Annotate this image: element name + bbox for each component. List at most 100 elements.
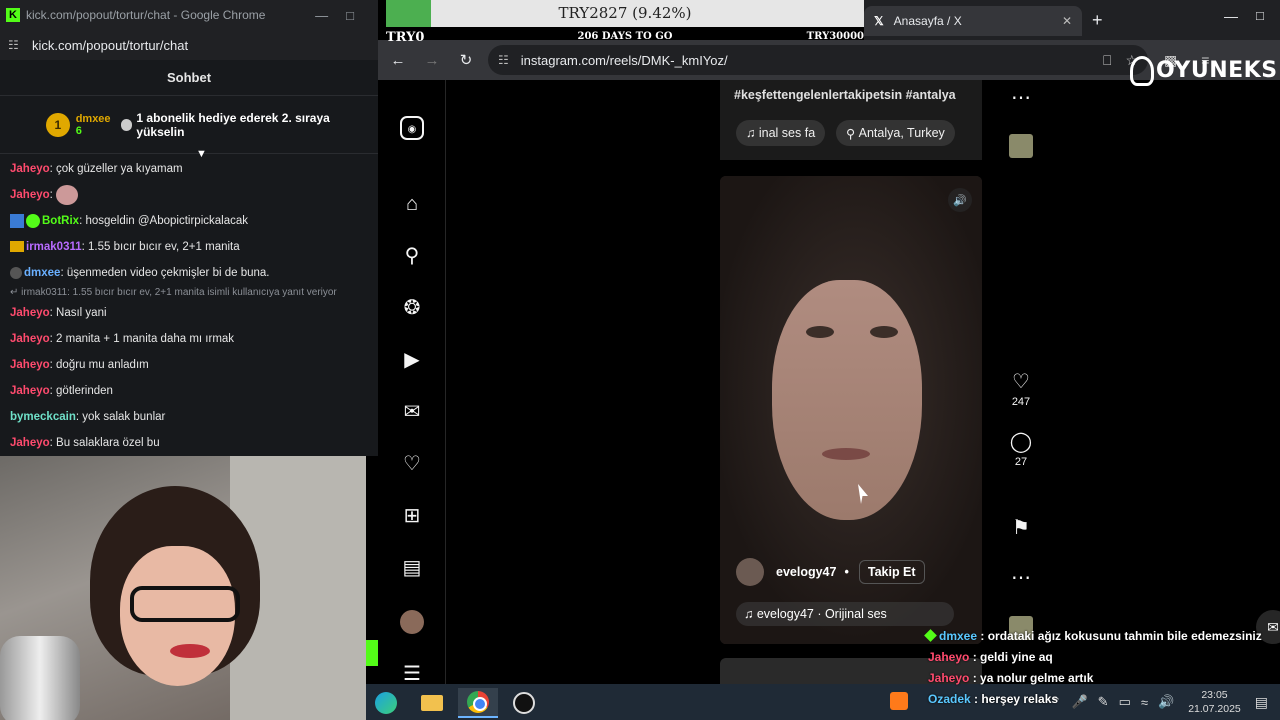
taskbar-explorer[interactable] xyxy=(412,688,452,718)
prev-audio-thumbnail[interactable] xyxy=(1009,134,1033,158)
overlay-chat-line: Jaheyo : ya nolur gelme artık xyxy=(920,668,1280,689)
location-pill[interactable]: ⚲ Antalya, Turkey xyxy=(836,120,955,146)
chat-username[interactable]: Jaheyo xyxy=(10,385,50,397)
oyuneks-brand: OYUNEKS xyxy=(1130,56,1278,86)
reel-audio-label: evelogy47 · Orijinal ses xyxy=(756,607,887,621)
crown-badge-icon xyxy=(10,241,24,253)
reel-audio-pill[interactable]: ♫ evelogy47 · Orijinal ses xyxy=(736,602,954,626)
overlay-username: Jaheyo xyxy=(928,671,970,685)
overlay-text: : herşey relaks xyxy=(970,692,1059,706)
donation-goal-bar: TRY2827 (9.42%) xyxy=(386,0,864,27)
chat-username[interactable]: Jaheyo xyxy=(10,359,50,371)
oyuneks-text: OYUNEKS xyxy=(1156,58,1278,83)
chat-text: yok salak bunlar xyxy=(82,411,166,423)
instagram-sidebar: ◉ ⌂ ⚲ ❂ ▶ ✉ ♡ ⊞ ▤ ☰ xyxy=(378,80,446,690)
dashboard-icon[interactable]: ▤ xyxy=(400,556,424,580)
chat-username[interactable]: BotRix xyxy=(42,215,79,227)
scroll-down-icon[interactable]: ▼ xyxy=(196,148,207,160)
profile-avatar[interactable] xyxy=(400,610,424,634)
chat-username[interactable]: Jaheyo xyxy=(10,189,50,201)
separator-dot: • xyxy=(844,565,849,579)
reel-face xyxy=(772,280,922,520)
address-bar[interactable]: ☷ instagram.com/reels/DMK-_kmIYoz/ ⎕ ☆ xyxy=(488,45,1148,75)
maximize-icon[interactable]: □ xyxy=(1256,8,1264,23)
audio-label: inal ses fa xyxy=(758,126,816,140)
home-icon[interactable]: ⌂ xyxy=(400,192,424,216)
tab-close-icon[interactable]: ✕ xyxy=(1062,14,1072,28)
site-settings-icon[interactable]: ☷ xyxy=(8,38,22,52)
create-icon[interactable]: ⊞ xyxy=(400,504,424,528)
notifications-heart-icon[interactable]: ♡ xyxy=(400,452,424,476)
kick-side-tab xyxy=(366,640,378,666)
chat-username[interactable]: dmxee xyxy=(24,267,60,279)
chat-message: Jaheyo: çok güzeller ya kıyamam xyxy=(10,163,183,175)
pinned-username: dmxee xyxy=(75,112,111,125)
main-browser-window: 𝕏 Anasayfa / X ✕ + — □ ← → ↻ ☷ instagram… xyxy=(378,0,1280,690)
mod-badge-icon xyxy=(924,629,937,642)
reel-username[interactable]: evelogy47 xyxy=(776,565,836,579)
webcam-lips xyxy=(170,644,210,658)
reel-actions: ⋯ ♡ 247 ◯ 27 ⚑ ⋯ xyxy=(998,80,1044,690)
previous-reel[interactable]: #keşfettengelenlertakipetsin #antalya ♫ … xyxy=(720,80,982,160)
chat-username[interactable]: Jaheyo xyxy=(10,307,50,319)
forward-icon[interactable]: → xyxy=(418,52,446,69)
follow-button[interactable]: Takip Et xyxy=(858,560,925,584)
webcam-microphone xyxy=(0,636,80,720)
comment-button[interactable]: ◯ 27 xyxy=(998,430,1044,468)
more-options-icon[interactable]: ⋯ xyxy=(998,566,1044,590)
taskbar-chrome[interactable] xyxy=(458,688,498,718)
reels-icon[interactable]: ▶ xyxy=(400,348,424,372)
chat-window: K kick.com/popout/tortur/chat - Google C… xyxy=(0,0,378,456)
rank-badge: 1 xyxy=(46,112,70,137)
save-button[interactable]: ⚑ xyxy=(998,516,1044,540)
chat-username[interactable]: irmak0311 xyxy=(26,241,82,253)
overlay-chat-line: Jaheyo : geldi yine aq xyxy=(920,647,1280,668)
chat-text: 1.55 bıcır bıcır ev, 2+1 manita xyxy=(88,241,240,253)
like-button[interactable]: ♡ 247 xyxy=(998,370,1044,408)
tab-title: Anasayfa / X xyxy=(893,14,962,28)
overlay-username: Ozadek xyxy=(928,692,971,706)
chat-username[interactable]: bymeckcain xyxy=(10,411,76,423)
install-app-icon[interactable]: ⎕ xyxy=(1103,52,1111,69)
messenger-icon[interactable]: ✉ xyxy=(400,400,424,424)
weather-icon[interactable] xyxy=(890,692,908,710)
chat-username[interactable]: Jaheyo xyxy=(10,437,50,449)
tab-x[interactable]: 𝕏 Anasayfa / X ✕ xyxy=(864,6,1082,36)
donation-goal-text: TRY2827 (9.42%) xyxy=(558,4,692,22)
instagram-logo-icon[interactable]: ◉ xyxy=(400,116,424,140)
pinned-count: 6 xyxy=(75,124,82,137)
maximize-icon[interactable]: □ xyxy=(346,8,354,23)
back-icon[interactable]: ← xyxy=(384,52,412,69)
location-label: Antalya, Turkey xyxy=(858,126,945,140)
current-reel-video[interactable]: 🔊 evelogy47 • Takip Et ♫ evelogy47 · Ori… xyxy=(720,176,982,644)
more-menu-icon[interactable]: ☰ xyxy=(400,662,424,686)
reel-hashtags[interactable]: #keşfettengelenlertakipetsin #antalya xyxy=(734,88,956,102)
audio-pill[interactable]: ♫ inal ses fa xyxy=(736,120,826,146)
chat-url-bar[interactable]: ☷ kick.com/popout/tortur/chat xyxy=(0,30,378,60)
prev-more-icon[interactable]: ⋯ xyxy=(998,86,1044,110)
reload-icon[interactable]: ↻ xyxy=(452,51,480,69)
heart-icon: ♡ xyxy=(1012,371,1030,393)
chat-username[interactable]: Jaheyo xyxy=(10,333,50,345)
minimize-icon[interactable]: — xyxy=(315,8,328,23)
explore-icon[interactable]: ❂ xyxy=(400,296,424,320)
chat-message: Jaheyo: doğru mu anladım xyxy=(10,359,149,371)
chat-text: Bu salaklara özel bu xyxy=(56,437,160,449)
site-settings-icon[interactable]: ☷ xyxy=(498,53,509,67)
volume-icon[interactable]: 🔊 xyxy=(948,188,972,212)
goal-days-left: 206 DAYS TO GO xyxy=(577,31,673,42)
taskbar-edge[interactable] xyxy=(366,688,406,718)
overlay-text: : ya nolur gelme artık xyxy=(969,671,1094,685)
minimize-icon[interactable]: — xyxy=(1224,8,1238,24)
chat-username[interactable]: Jaheyo xyxy=(10,163,50,175)
reply-context[interactable]: ↵ irmak0311: 1.55 bıcır bıcır ev, 2+1 ma… xyxy=(10,286,368,300)
comment-count: 27 xyxy=(1014,456,1028,468)
overlay-chat-line: dmxee : ordataki ağız kokusunu tahmin bi… xyxy=(920,626,1280,647)
bookmark-icon: ⚑ xyxy=(1012,517,1030,539)
search-icon[interactable]: ⚲ xyxy=(400,244,424,268)
reel-author-avatar[interactable] xyxy=(736,558,764,586)
taskbar-obs[interactable] xyxy=(504,688,544,718)
new-tab-icon[interactable]: + xyxy=(1092,10,1103,31)
pinned-user[interactable]: dmxee 6 xyxy=(76,113,111,137)
chat-messages: Jaheyo: çok güzeller ya kıyamam Jaheyo: … xyxy=(0,154,378,458)
